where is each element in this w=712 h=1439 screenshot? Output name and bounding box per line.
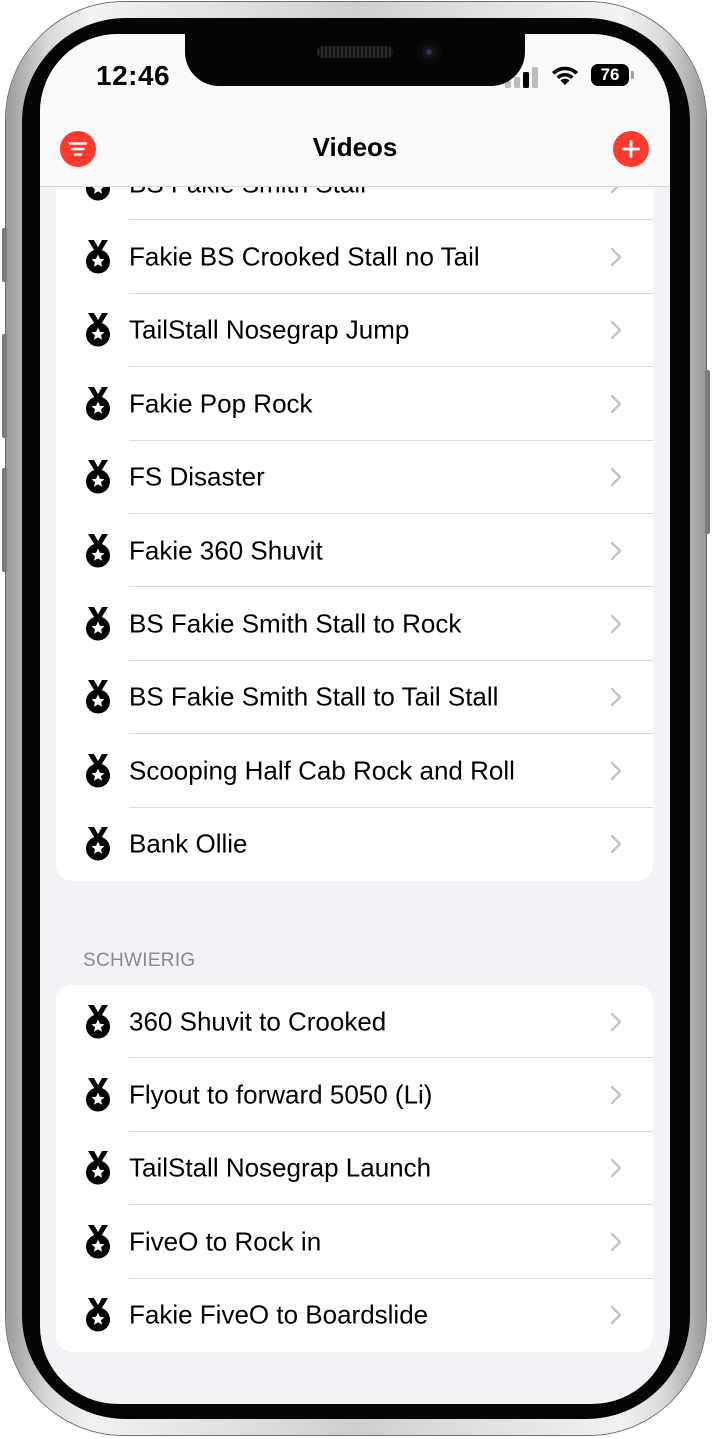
chevron-right-icon	[610, 1232, 622, 1252]
list-item-label: Fakie FiveO to Boardslide	[129, 1299, 429, 1330]
speaker-grille	[317, 46, 393, 58]
medal-icon	[86, 186, 110, 201]
medal-icon	[86, 827, 110, 861]
list-item[interactable]: Fakie 360 Shuvit	[56, 514, 653, 588]
medal-icon	[86, 1151, 110, 1185]
medal-icon	[86, 460, 110, 494]
section-header-schwierig: SCHWIERIG	[83, 950, 196, 971]
list-item-label: 360 Shuvit to Crooked	[129, 1006, 387, 1037]
chevron-right-icon	[610, 1306, 622, 1325]
battery-indicator: 76	[591, 64, 629, 86]
list-item[interactable]: Fakie BS Crooked Stall no Tail	[56, 220, 653, 294]
list-item-label: BS Fakie Smith Stall to Tail Stall	[129, 681, 499, 712]
list-item-label: Fakie 360 Shuvit	[129, 535, 323, 566]
list-item[interactable]: BS Fakie Smith Stall to Rock	[56, 587, 653, 661]
medal-icon	[86, 533, 110, 568]
chevron-right-icon	[610, 394, 622, 414]
list-item[interactable]: TailStall Nosegrap Jump	[56, 294, 653, 368]
medal-icon	[86, 240, 110, 274]
list-item[interactable]: BS Fakie Smith Stall to Tail Stall	[56, 661, 653, 735]
chevron-right-icon	[610, 186, 620, 193]
list-item[interactable]: FS Disaster	[56, 441, 653, 514]
side-button-volume-down	[2, 468, 7, 572]
plus-icon	[622, 140, 640, 158]
status-time: 12:46	[96, 60, 171, 91]
side-button-mute	[2, 228, 7, 282]
list-group-schwierig: 360 Shuvit to Crooked Flyout to forward …	[56, 985, 653, 1352]
add-button[interactable]	[613, 131, 649, 167]
battery-nub	[631, 71, 634, 79]
list-item-label: TailStall Nosegrap Launch	[129, 1152, 432, 1183]
video-list[interactable]: BS Fakie Smith Stall Fakie BS Crooked St…	[40, 186, 670, 1404]
chevron-right-icon	[610, 321, 622, 340]
list-item[interactable]: Fakie Pop Rock	[56, 367, 653, 441]
notch	[185, 34, 525, 86]
chevron-right-icon	[610, 541, 622, 560]
list-item[interactable]: TailStall Nosegrap Launch	[56, 1132, 653, 1206]
medal-icon	[86, 607, 110, 641]
chevron-right-icon	[610, 1159, 622, 1178]
medal-icon	[86, 1224, 110, 1259]
medal-icon	[86, 680, 110, 714]
list-item[interactable]: Fakie FiveO to Boardslide	[56, 1279, 653, 1352]
list-item-label: Fakie BS Crooked Stall no Tail	[129, 241, 480, 272]
wifi-icon	[552, 66, 578, 85]
list-item[interactable]: Flyout to forward 5050 (Li)	[56, 1058, 653, 1132]
list-group-basic: BS Fakie Smith Stall Fakie BS Crooked St…	[56, 186, 653, 881]
side-button-volume-up	[2, 334, 7, 438]
list-item-label: Fakie Pop Rock	[129, 388, 313, 419]
medal-icon	[86, 386, 110, 421]
list-item-label: Flyout to forward 5050 (Li)	[129, 1079, 433, 1110]
list-item-label: TailStall Nosegrap Jump	[129, 314, 410, 345]
list-item[interactable]: BS Fakie Smith Stall	[56, 186, 653, 221]
page-title: Videos	[312, 132, 398, 162]
chevron-right-icon	[610, 468, 622, 487]
screen: 12:46 76 Videos Fakie BS Crooked Stall n…	[40, 34, 670, 1404]
list-item-label: FS Disaster	[129, 461, 265, 492]
chevron-right-icon	[610, 247, 622, 267]
chevron-right-icon	[610, 835, 622, 854]
list-item-label: FiveO to Rock in	[129, 1226, 322, 1257]
list-item[interactable]: FiveO to Rock in	[56, 1205, 653, 1279]
list-item-label: Bank Ollie	[129, 828, 248, 859]
medal-icon	[86, 1298, 110, 1332]
list-item[interactable]: Scooping Half Cab Rock and Roll	[56, 734, 653, 808]
chevron-right-icon	[610, 614, 622, 634]
list-item-label: BS Fakie Smith Stall	[129, 186, 366, 199]
list-item[interactable]: 360 Shuvit to Crooked	[56, 985, 653, 1059]
medal-icon	[86, 753, 110, 788]
medal-icon	[86, 1078, 110, 1112]
navigation-bar: Videos	[40, 118, 670, 187]
list-item-label: BS Fakie Smith Stall to Rock	[129, 608, 462, 639]
chevron-right-icon	[610, 1085, 622, 1105]
side-button-power	[705, 370, 710, 534]
list-item[interactable]: Bank Ollie	[56, 808, 653, 881]
list-item-label: Scooping Half Cab Rock and Roll	[129, 755, 515, 786]
medal-icon	[86, 1004, 110, 1039]
chevron-right-icon	[610, 1012, 622, 1031]
front-camera	[417, 40, 441, 64]
chevron-right-icon	[610, 688, 622, 707]
medal-icon	[86, 313, 110, 347]
chevron-right-icon	[610, 761, 622, 781]
